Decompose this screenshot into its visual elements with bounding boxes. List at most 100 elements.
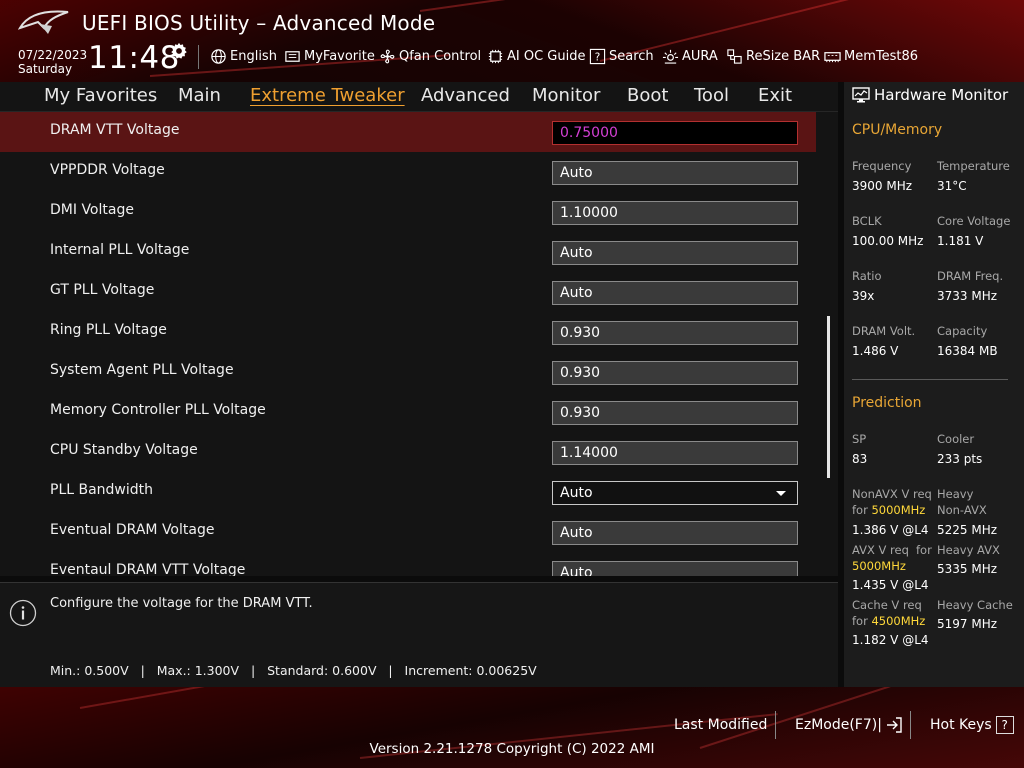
globe-icon <box>211 48 226 64</box>
setting-label: System Agent PLL Voltage <box>50 362 234 378</box>
setting-row-eventual-dram-voltage[interactable]: Eventual DRAM Voltage Auto <box>0 512 816 552</box>
cpu-standby-voltage-input[interactable]: 1.14000 <box>552 441 798 465</box>
hardware-monitor-title: Hardware Monitor <box>874 86 1009 104</box>
header-divider <box>198 45 199 69</box>
resize-bar-label: ReSize BAR <box>746 48 821 64</box>
nonavx-req-for: for 5000MHz <box>852 503 925 517</box>
myfavorite-label: MyFavorite <box>304 48 375 64</box>
setting-row-cpu-standby-voltage[interactable]: CPU Standby Voltage 1.14000 <box>0 432 816 472</box>
internal-pll-voltage-input[interactable]: Auto <box>552 241 798 265</box>
pll-bandwidth-dropdown[interactable]: Auto <box>552 481 798 505</box>
dram-volt-value: 1.486 V <box>852 344 899 358</box>
main-menu-bar: My Favorites Main Extreme Tweaker Advanc… <box>0 82 838 112</box>
setting-row-system-agent-pll-voltage[interactable]: System Agent PLL Voltage 0.930 <box>0 352 816 392</box>
hardware-monitor-panel: Hardware Monitor CPU/Memory Frequency Te… <box>844 82 1024 687</box>
tab-boot[interactable]: Boot <box>627 85 668 106</box>
setting-row-eventual-dram-vtt-voltage[interactable]: Eventaul DRAM VTT Voltage Auto <box>0 552 816 576</box>
setting-row-vppddr-voltage[interactable]: VPPDDR Voltage Auto <box>0 152 816 192</box>
language-label: English <box>230 48 277 64</box>
tab-advanced[interactable]: Advanced <box>421 85 510 106</box>
setting-row-dmi-voltage[interactable]: DMI Voltage 1.10000 <box>0 192 816 232</box>
footer-divider <box>910 711 911 739</box>
language-button[interactable]: English <box>210 47 277 65</box>
last-modified-button[interactable]: Last Modified <box>674 715 767 735</box>
heavy-nonavx-label-1: Heavy <box>937 487 974 501</box>
setting-label: DRAM VTT Voltage <box>50 122 180 138</box>
aura-icon <box>662 49 679 64</box>
avx-freq: 5000MHz <box>852 559 906 573</box>
core-voltage-value: 1.181 V <box>937 234 984 248</box>
memory-controller-pll-voltage-input[interactable]: 0.930 <box>552 401 798 425</box>
chip-icon <box>488 49 503 63</box>
system-agent-pll-voltage-input[interactable]: 0.930 <box>552 361 798 385</box>
tab-extreme-tweaker[interactable]: Extreme Tweaker <box>250 85 405 106</box>
voltage-range-info: Min.: 0.500V | Max.: 1.300V | Standard: … <box>50 663 537 678</box>
ring-pll-voltage-input[interactable]: 0.930 <box>552 321 798 345</box>
chevron-down-icon <box>776 491 786 496</box>
sp-value: 83 <box>852 452 868 466</box>
ezmode-label: EzMode(F7)| <box>795 717 882 733</box>
info-icon <box>9 599 37 627</box>
setting-label: PLL Bandwidth <box>50 482 154 498</box>
dram-vtt-voltage-input[interactable]: 0.75000 <box>552 121 798 145</box>
tab-tool[interactable]: Tool <box>694 85 729 106</box>
hot-keys-button[interactable]: Hot Keys ? <box>930 715 1014 735</box>
tab-monitor[interactable]: Monitor <box>532 85 600 106</box>
search-label: Search <box>609 48 654 64</box>
dram-freq-label: DRAM Freq. <box>937 269 1004 283</box>
setting-row-memory-controller-pll-voltage[interactable]: Memory Controller PLL Voltage 0.930 <box>0 392 816 432</box>
dmi-voltage-input[interactable]: 1.10000 <box>552 201 798 225</box>
sp-label: SP <box>852 432 867 446</box>
frequency-value: 3900 MHz <box>852 179 913 193</box>
footer-bar: Last Modified EzMode(F7)| Hot Keys ? Ver… <box>0 687 1024 768</box>
cooler-value: 233 pts <box>937 452 983 466</box>
setting-row-internal-pll-voltage[interactable]: Internal PLL Voltage Auto <box>0 232 816 272</box>
qfan-control-label: Qfan Control <box>399 48 482 64</box>
tab-main[interactable]: Main <box>178 85 221 106</box>
aura-button[interactable]: AURA <box>662 47 718 65</box>
ratio-label: Ratio <box>852 269 882 283</box>
resize-bar-button[interactable]: ReSize BAR <box>726 47 820 65</box>
fan-icon <box>380 49 395 63</box>
gt-pll-voltage-input[interactable]: Auto <box>552 281 798 305</box>
vppddr-voltage-input[interactable]: Auto <box>552 161 798 185</box>
setting-row-ring-pll-voltage[interactable]: Ring PLL Voltage 0.930 <box>0 312 816 352</box>
eventual-dram-voltage-input[interactable]: Auto <box>552 521 798 545</box>
setting-row-pll-bandwidth[interactable]: PLL Bandwidth Auto <box>0 472 816 512</box>
core-voltage-label: Core Voltage <box>937 214 1011 228</box>
search-icon: ? <box>589 48 606 64</box>
qfan-control-button[interactable]: Qfan Control <box>379 47 481 65</box>
memtest86-button[interactable]: MemTest86 <box>824 47 918 65</box>
time-display[interactable]: 11:48 <box>88 40 180 76</box>
avx-for-label: for <box>916 543 932 557</box>
search-button[interactable]: ? Search <box>589 47 654 65</box>
avx-value: 1.435 V @L4 <box>852 578 929 592</box>
tab-my-favorites[interactable]: My Favorites <box>44 85 157 106</box>
ezmode-button[interactable]: EzMode(F7)| <box>795 715 903 735</box>
settings-scrollbar[interactable] <box>827 316 830 478</box>
date-display: 07/22/2023 <box>18 48 88 62</box>
hardware-monitor-header: Hardware Monitor <box>852 86 1008 104</box>
setting-row-dram-vtt-voltage[interactable]: DRAM VTT Voltage 0.75000 <box>0 112 816 152</box>
setting-row-gt-pll-voltage[interactable]: GT PLL Voltage Auto <box>0 272 816 312</box>
ai-oc-guide-button[interactable]: AI OC Guide <box>487 47 585 65</box>
monitor-icon <box>852 87 870 103</box>
tab-exit[interactable]: Exit <box>758 85 792 106</box>
rog-logo-icon <box>18 10 69 34</box>
heavy-avx-label: Heavy AVX <box>937 543 1000 557</box>
memtest86-label: MemTest86 <box>844 48 919 64</box>
memory-icon <box>824 51 841 62</box>
bclk-label: BCLK <box>852 214 882 228</box>
eventual-dram-vtt-voltage-input[interactable]: Auto <box>552 561 798 576</box>
resize-bar-icon <box>727 48 742 64</box>
cache-req-for: for 4500MHz <box>852 614 925 628</box>
setting-label: Eventaul DRAM VTT Voltage <box>50 562 246 576</box>
heavy-nonavx-label-2: Non-AVX <box>937 503 987 517</box>
cache-freq: 4500MHz <box>871 614 926 628</box>
setting-label: GT PLL Voltage <box>50 282 155 298</box>
ratio-value: 39x <box>852 289 875 303</box>
temperature-label: Temperature <box>937 159 1010 173</box>
dram-freq-value: 3733 MHz <box>937 289 998 303</box>
myfavorite-button[interactable]: MyFavorite <box>284 47 375 65</box>
gear-icon[interactable] <box>170 42 188 60</box>
